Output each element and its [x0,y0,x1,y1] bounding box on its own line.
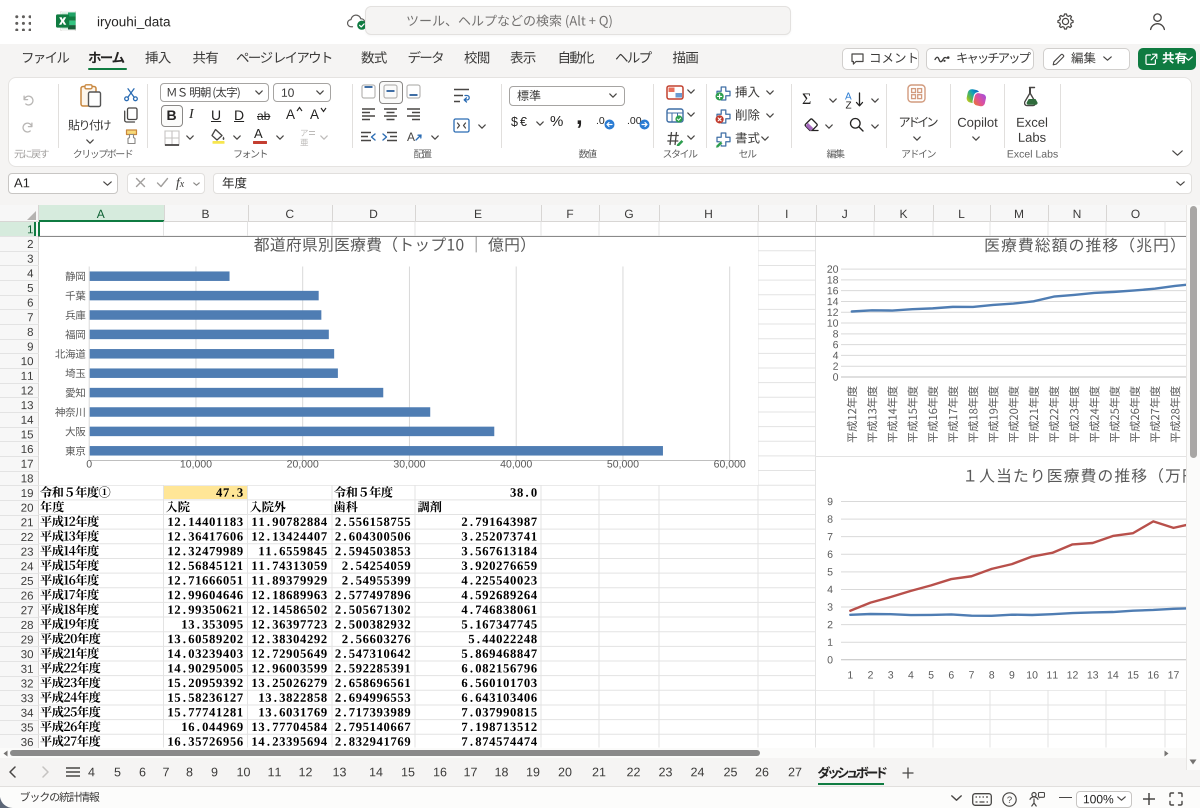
svg-text:?: ? [1007,794,1012,805]
